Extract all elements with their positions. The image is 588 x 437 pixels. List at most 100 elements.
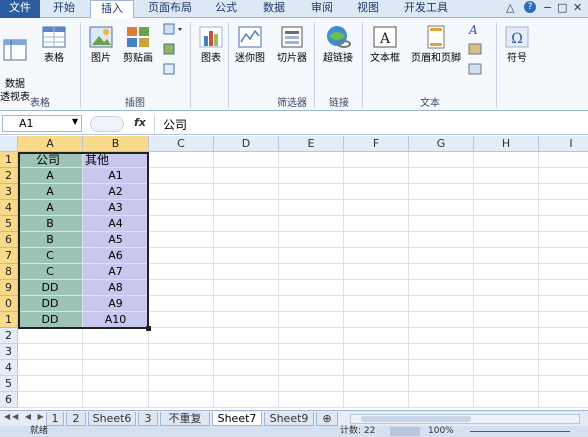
cell-empty[interactable]	[409, 232, 474, 248]
cell-empty[interactable]	[279, 344, 344, 360]
cell-empty[interactable]	[149, 312, 214, 328]
cell-empty[interactable]	[279, 296, 344, 312]
cell-empty[interactable]	[474, 200, 539, 216]
cell-a[interactable]: C	[18, 248, 83, 264]
cell-empty[interactable]	[409, 296, 474, 312]
row-header[interactable]: 2	[0, 328, 18, 344]
sparkline-button[interactable]: 迷你图	[232, 24, 268, 65]
cell-b[interactable]: A5	[83, 232, 149, 248]
select-all-corner[interactable]	[0, 136, 18, 152]
sheet-tab[interactable]: Sheet9	[264, 412, 314, 426]
cell-empty[interactable]	[539, 184, 588, 200]
cell-a[interactable]	[18, 344, 83, 360]
cell-empty[interactable]	[149, 184, 214, 200]
cell-empty[interactable]	[214, 344, 279, 360]
chart-button[interactable]: 图表	[196, 24, 226, 65]
row-header[interactable]: 3	[0, 184, 18, 200]
column-header-g[interactable]: G	[409, 136, 474, 152]
cell-empty[interactable]	[344, 392, 409, 408]
worksheet-grid[interactable]: A B C D E F G H I 1 公司 其他 2 A A1 3 A A2 4 A A3 5 B A4 6…	[0, 136, 588, 410]
row-header[interactable]: 4	[0, 360, 18, 376]
cell-b[interactable]	[83, 392, 149, 408]
name-box[interactable]: A1	[2, 115, 82, 132]
cell-empty[interactable]	[409, 312, 474, 328]
tab-file[interactable]: 文件	[0, 0, 40, 18]
column-header-a[interactable]: A	[18, 136, 83, 152]
cell-empty[interactable]	[539, 264, 588, 280]
cell-empty[interactable]	[279, 328, 344, 344]
row-header[interactable]: 3	[0, 344, 18, 360]
column-header-b[interactable]: B	[83, 136, 149, 152]
cell-empty[interactable]	[214, 216, 279, 232]
cell-empty[interactable]	[539, 152, 588, 168]
sheet-tab[interactable]: 1	[46, 412, 64, 426]
cell-empty[interactable]	[214, 248, 279, 264]
cell-empty[interactable]	[279, 312, 344, 328]
cell-b[interactable]: A1	[83, 168, 149, 184]
tab-view[interactable]: 视图	[348, 0, 388, 18]
sheet-tab[interactable]: Sheet6	[88, 412, 136, 426]
cell-b[interactable]: A10	[83, 312, 149, 328]
cell-empty[interactable]	[149, 392, 214, 408]
hyperlink-button[interactable]: 超链接	[318, 24, 358, 65]
cell-empty[interactable]	[149, 168, 214, 184]
insert-function-icon[interactable]: fx	[134, 116, 146, 129]
cell-b[interactable]: A3	[83, 200, 149, 216]
cell-empty[interactable]	[344, 232, 409, 248]
tab-data[interactable]: 数据	[252, 0, 296, 18]
cell-empty[interactable]	[149, 360, 214, 376]
cell-empty[interactable]	[279, 280, 344, 296]
sheet-tab[interactable]: 3	[138, 412, 158, 426]
cell-b[interactable]	[83, 360, 149, 376]
tab-formulas[interactable]: 公式	[206, 0, 246, 18]
row-header[interactable]: 1	[0, 152, 18, 168]
cell-empty[interactable]	[279, 168, 344, 184]
cell-empty[interactable]	[344, 296, 409, 312]
cell-empty[interactable]	[539, 280, 588, 296]
sheet-tab-active[interactable]: Sheet7	[212, 412, 262, 426]
horizontal-scrollbar[interactable]	[350, 414, 580, 424]
cell-empty[interactable]	[474, 168, 539, 184]
row-header[interactable]: 8	[0, 264, 18, 280]
view-buttons[interactable]	[390, 427, 420, 436]
cell-empty[interactable]	[214, 232, 279, 248]
cell-empty[interactable]	[409, 360, 474, 376]
cell-empty[interactable]	[344, 200, 409, 216]
sheet-tab[interactable]: 不重复	[160, 412, 210, 426]
cell-a[interactable]	[18, 360, 83, 376]
row-header[interactable]: 1	[0, 312, 18, 328]
cell-empty[interactable]	[474, 312, 539, 328]
cell-empty[interactable]	[409, 392, 474, 408]
cell-a[interactable]: DD	[18, 312, 83, 328]
cell-empty[interactable]	[149, 216, 214, 232]
cell-a[interactable]: A	[18, 168, 83, 184]
cell-empty[interactable]	[214, 264, 279, 280]
cell-empty[interactable]	[214, 152, 279, 168]
cell-a[interactable]	[18, 328, 83, 344]
cell-b[interactable]: A2	[83, 184, 149, 200]
cell-empty[interactable]	[279, 360, 344, 376]
cell-empty[interactable]	[474, 344, 539, 360]
cell-empty[interactable]	[409, 328, 474, 344]
cell-b[interactable]: 其他	[83, 152, 149, 168]
cell-empty[interactable]	[474, 376, 539, 392]
cell-empty[interactable]	[474, 328, 539, 344]
cell-empty[interactable]	[474, 248, 539, 264]
tab-review[interactable]: 审阅	[302, 0, 342, 18]
fill-handle[interactable]	[146, 326, 151, 331]
pivot-table-button[interactable]: 数据 透视表	[0, 24, 30, 104]
restore-icon[interactable]: □	[557, 1, 567, 14]
cell-empty[interactable]	[344, 360, 409, 376]
tab-home[interactable]: 开始	[42, 0, 86, 18]
cell-empty[interactable]	[149, 232, 214, 248]
textbox-button[interactable]: A 文本框	[366, 24, 404, 65]
row-header[interactable]: 5	[0, 376, 18, 392]
horizontal-scroll-thumb[interactable]	[361, 416, 471, 422]
cell-empty[interactable]	[409, 248, 474, 264]
tab-page-layout[interactable]: 页面布局	[140, 0, 200, 18]
cell-empty[interactable]	[214, 328, 279, 344]
cell-empty[interactable]	[409, 184, 474, 200]
cell-empty[interactable]	[214, 312, 279, 328]
cell-empty[interactable]	[214, 360, 279, 376]
cell-empty[interactable]	[149, 200, 214, 216]
